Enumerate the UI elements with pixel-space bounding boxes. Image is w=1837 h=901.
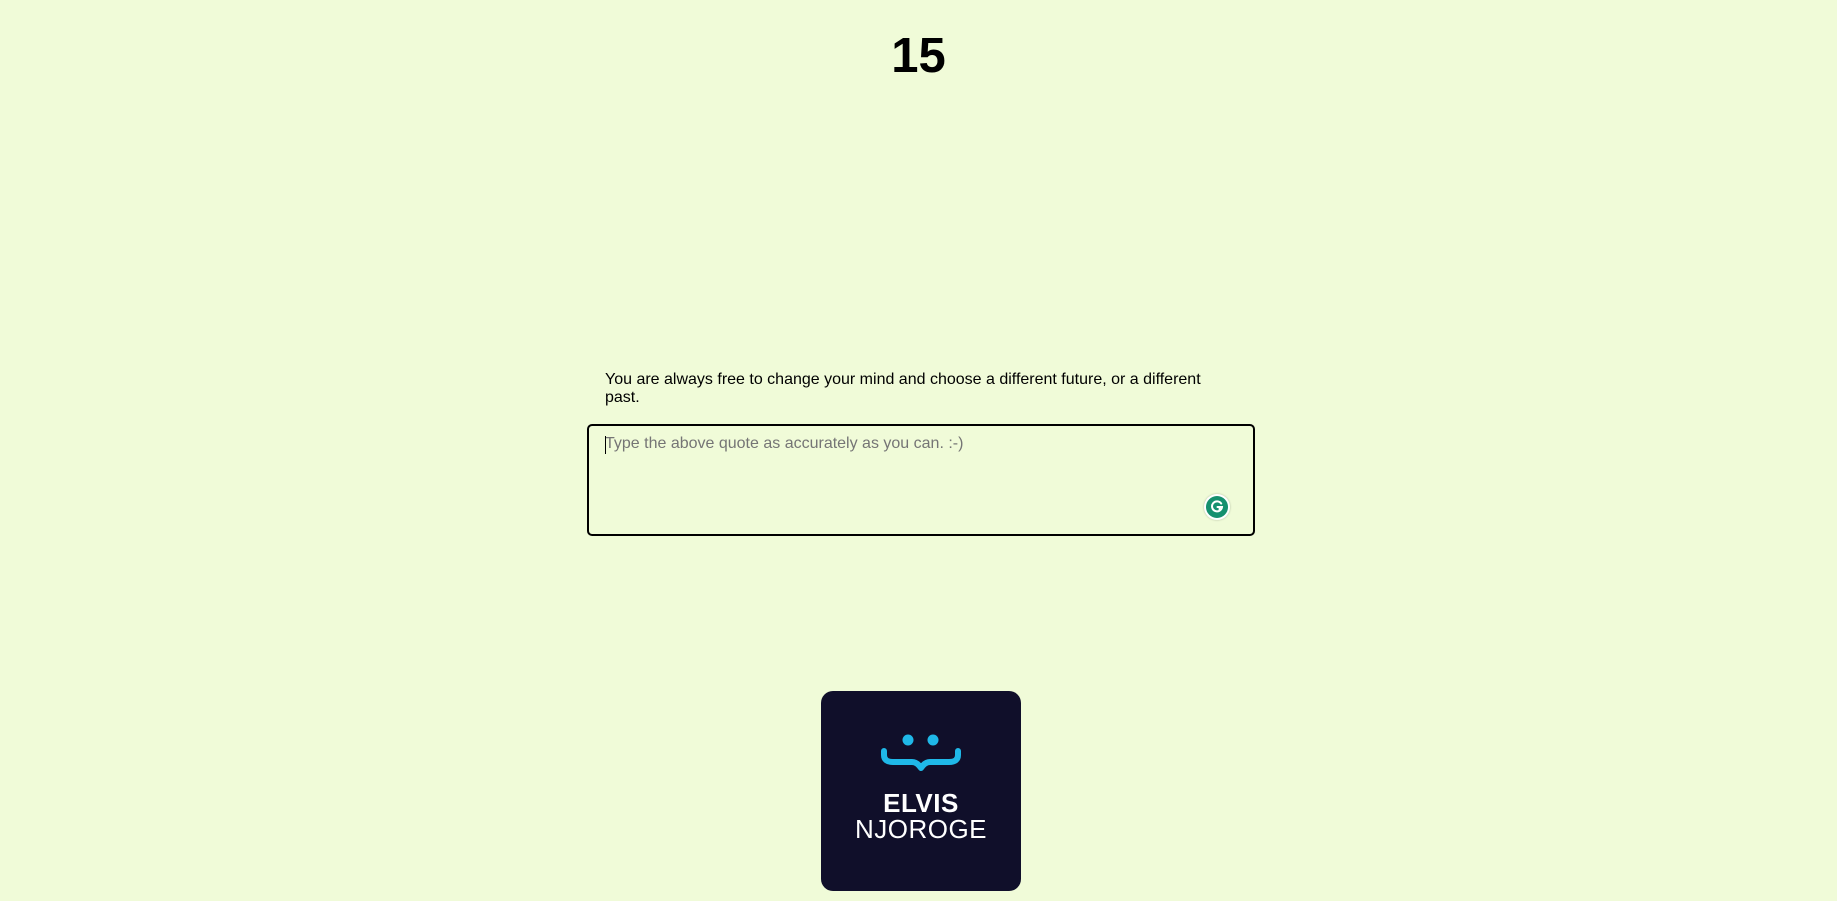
grammarly-icon bbox=[1206, 496, 1228, 518]
grammarly-button[interactable] bbox=[1204, 494, 1230, 520]
logo-name-first: ELVIS bbox=[883, 788, 959, 818]
countdown-timer: 15 bbox=[891, 29, 946, 83]
smile-book-icon bbox=[881, 734, 961, 771]
typing-input[interactable] bbox=[589, 426, 1253, 534]
elvis-njoroge-logo: ELVIS NJOROGE bbox=[821, 691, 1021, 891]
quote-text: You are always free to change your mind … bbox=[605, 371, 1201, 406]
text-caret bbox=[605, 436, 606, 454]
typing-input-container bbox=[587, 424, 1255, 536]
logo-name-last: NJOROGE bbox=[854, 814, 988, 844]
